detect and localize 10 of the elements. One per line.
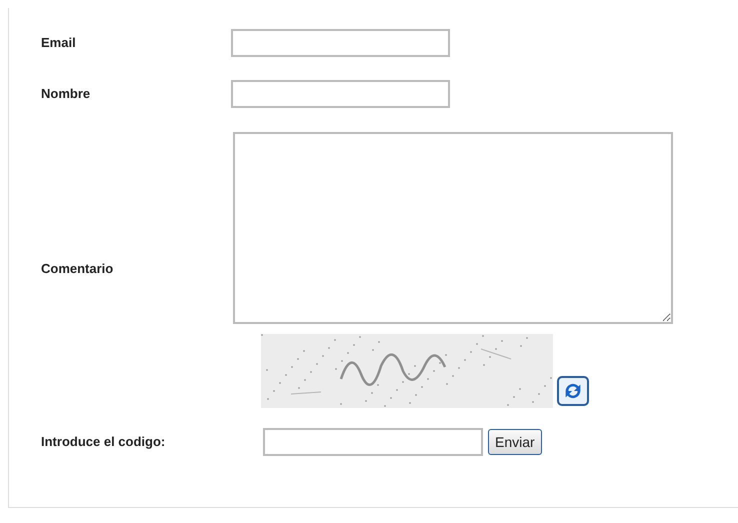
comment-field[interactable] (233, 132, 673, 324)
input-field[interactable] (231, 29, 450, 57)
submit-button[interactable]: Enviar (488, 429, 542, 455)
field-label: Nombre (40, 85, 92, 104)
field-label: Introduce el codigo: (40, 433, 166, 452)
field-label: Email (40, 34, 77, 52)
field-label: Comentario (40, 260, 114, 278)
input-field[interactable] (231, 80, 450, 108)
refresh-icon[interactable] (557, 376, 589, 406)
code-field[interactable] (263, 428, 483, 456)
